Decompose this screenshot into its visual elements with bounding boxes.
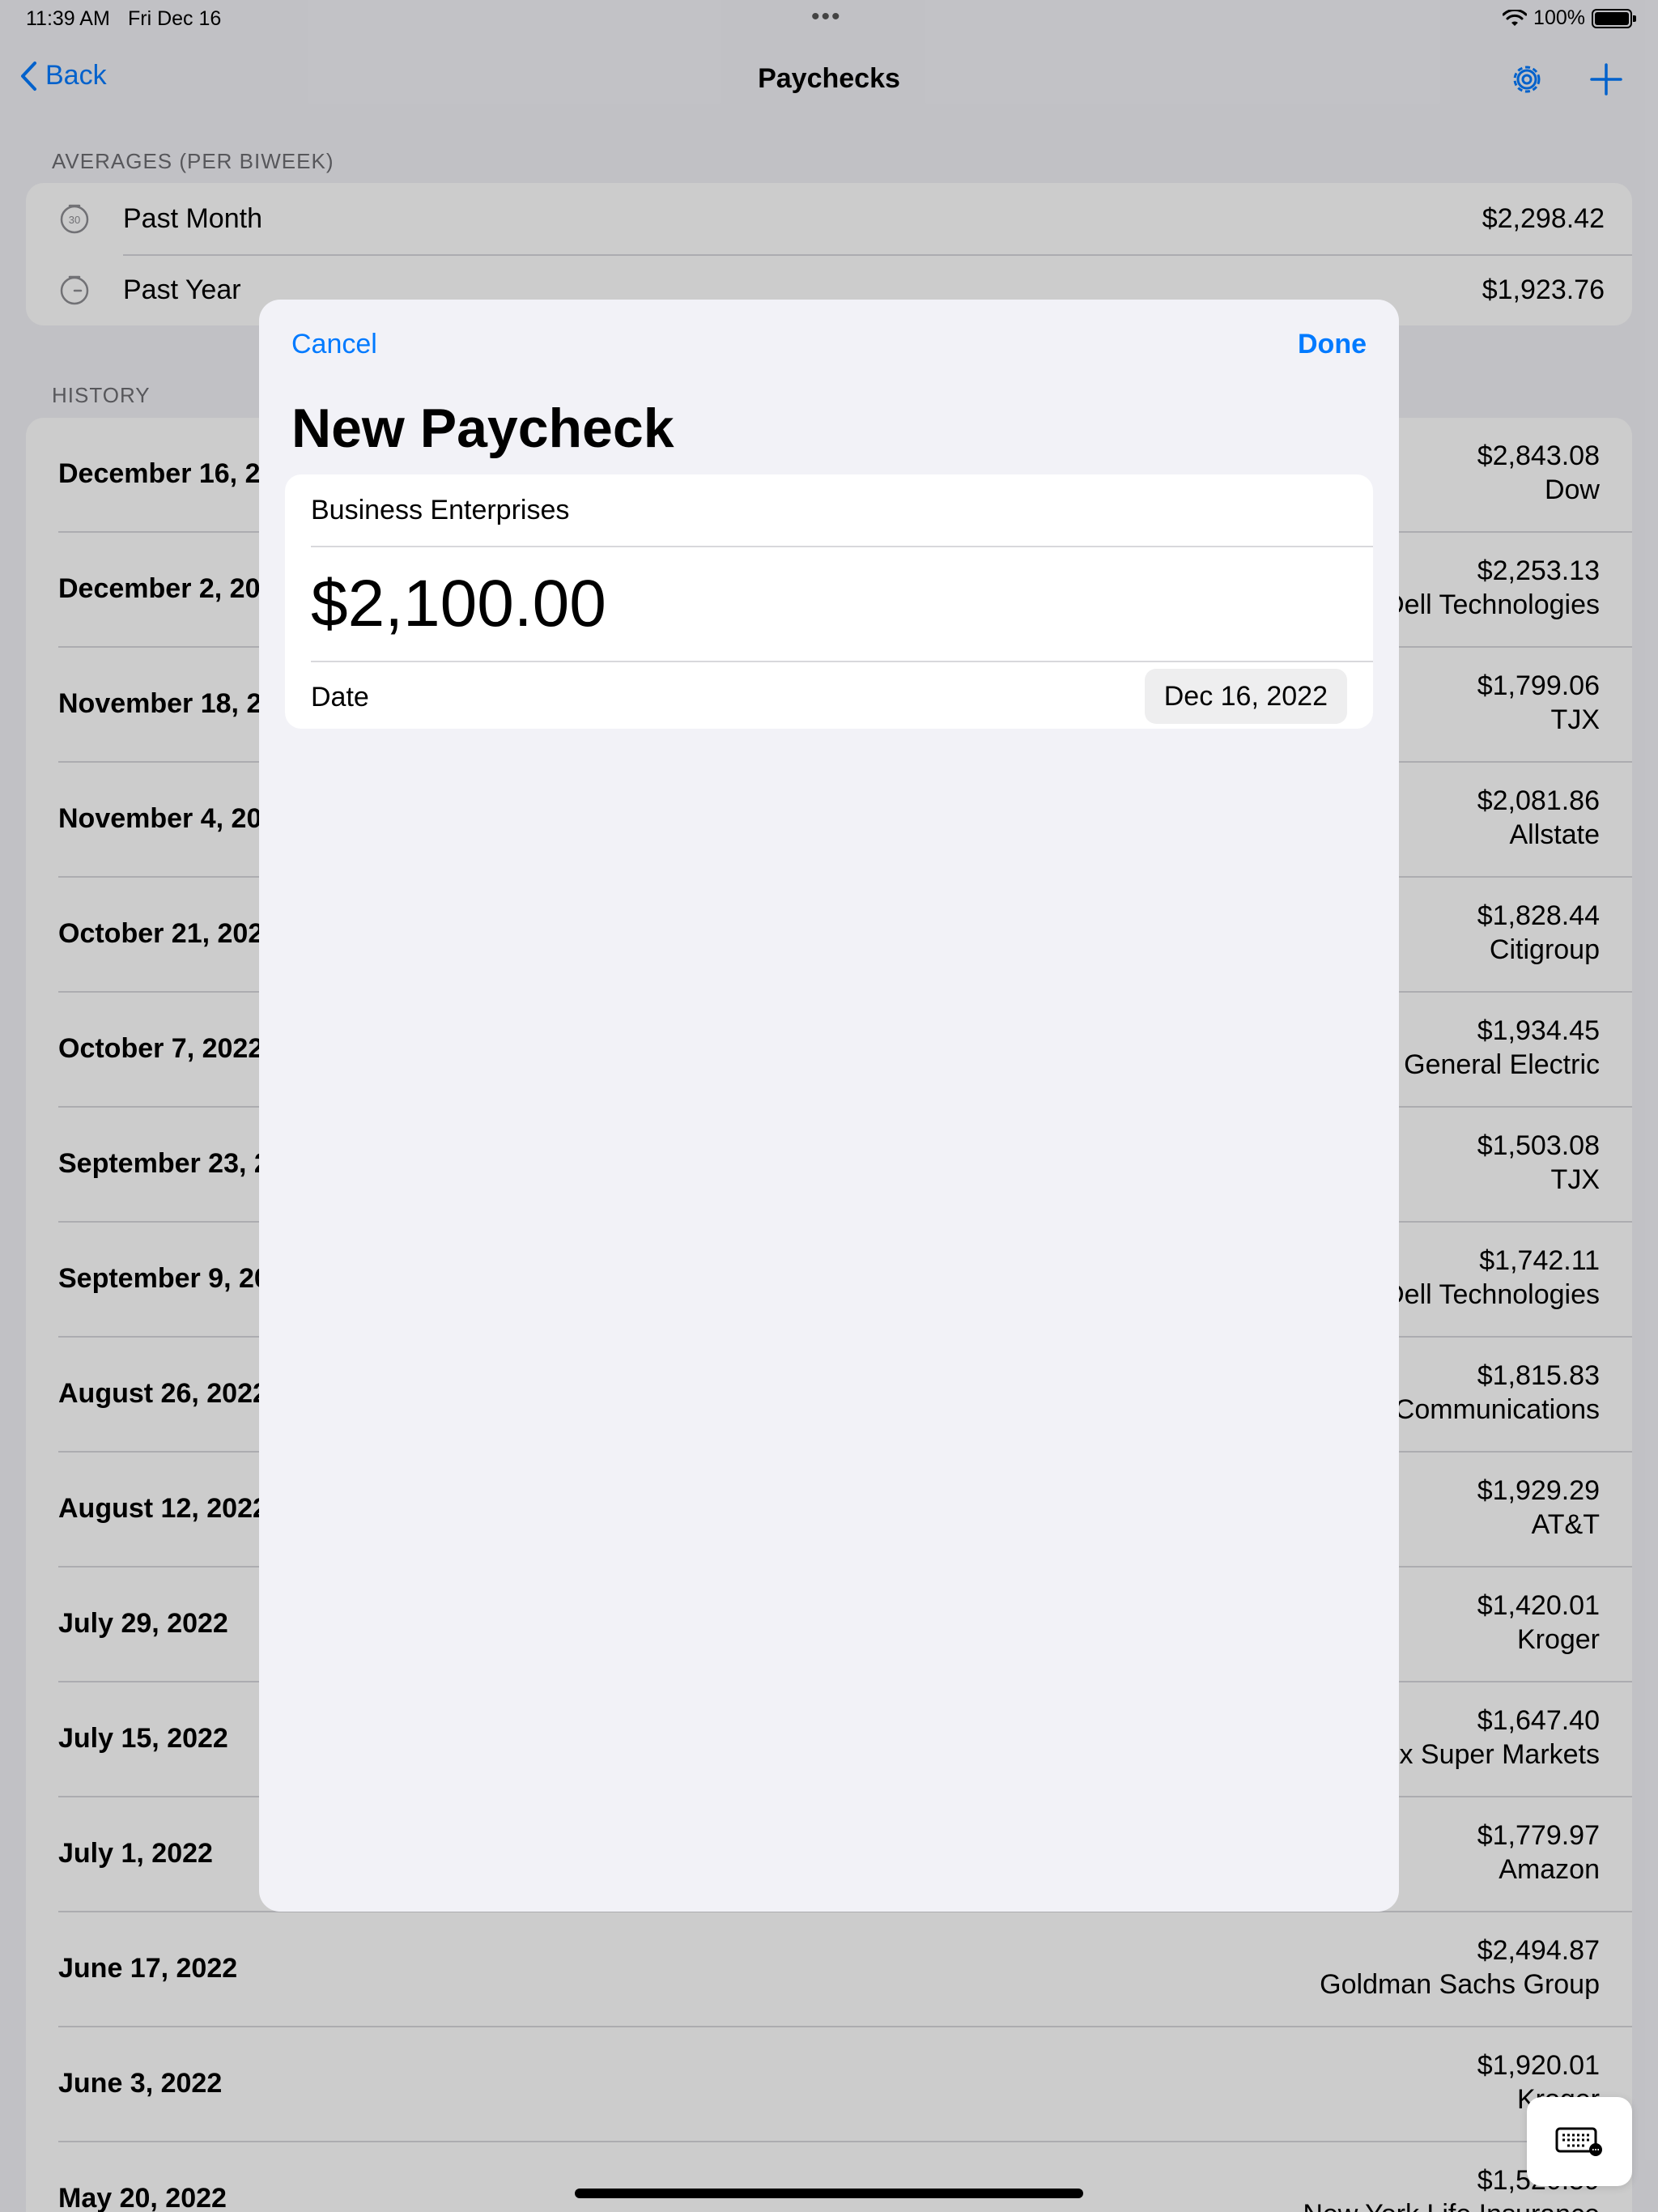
date-label: Date xyxy=(311,682,369,713)
divider xyxy=(311,661,1373,662)
home-indicator xyxy=(575,2189,1083,2198)
date-picker-button[interactable]: Dec 16, 2022 xyxy=(1144,669,1347,724)
done-button[interactable]: Done xyxy=(1298,329,1367,360)
amount-field[interactable]: $2,100.00 xyxy=(311,547,1347,661)
new-paycheck-sheet: Cancel Done New Paycheck Business Enterp… xyxy=(259,300,1399,1912)
employer-field[interactable]: Business Enterprises xyxy=(311,474,1347,546)
paycheck-form: Business Enterprises $2,100.00 Date Dec … xyxy=(285,474,1373,729)
cancel-button[interactable]: Cancel xyxy=(291,329,377,360)
sheet-title: New Paycheck xyxy=(291,398,674,459)
keyboard-icon xyxy=(1555,2127,1602,2156)
keyboard-button[interactable] xyxy=(1527,2097,1632,2186)
